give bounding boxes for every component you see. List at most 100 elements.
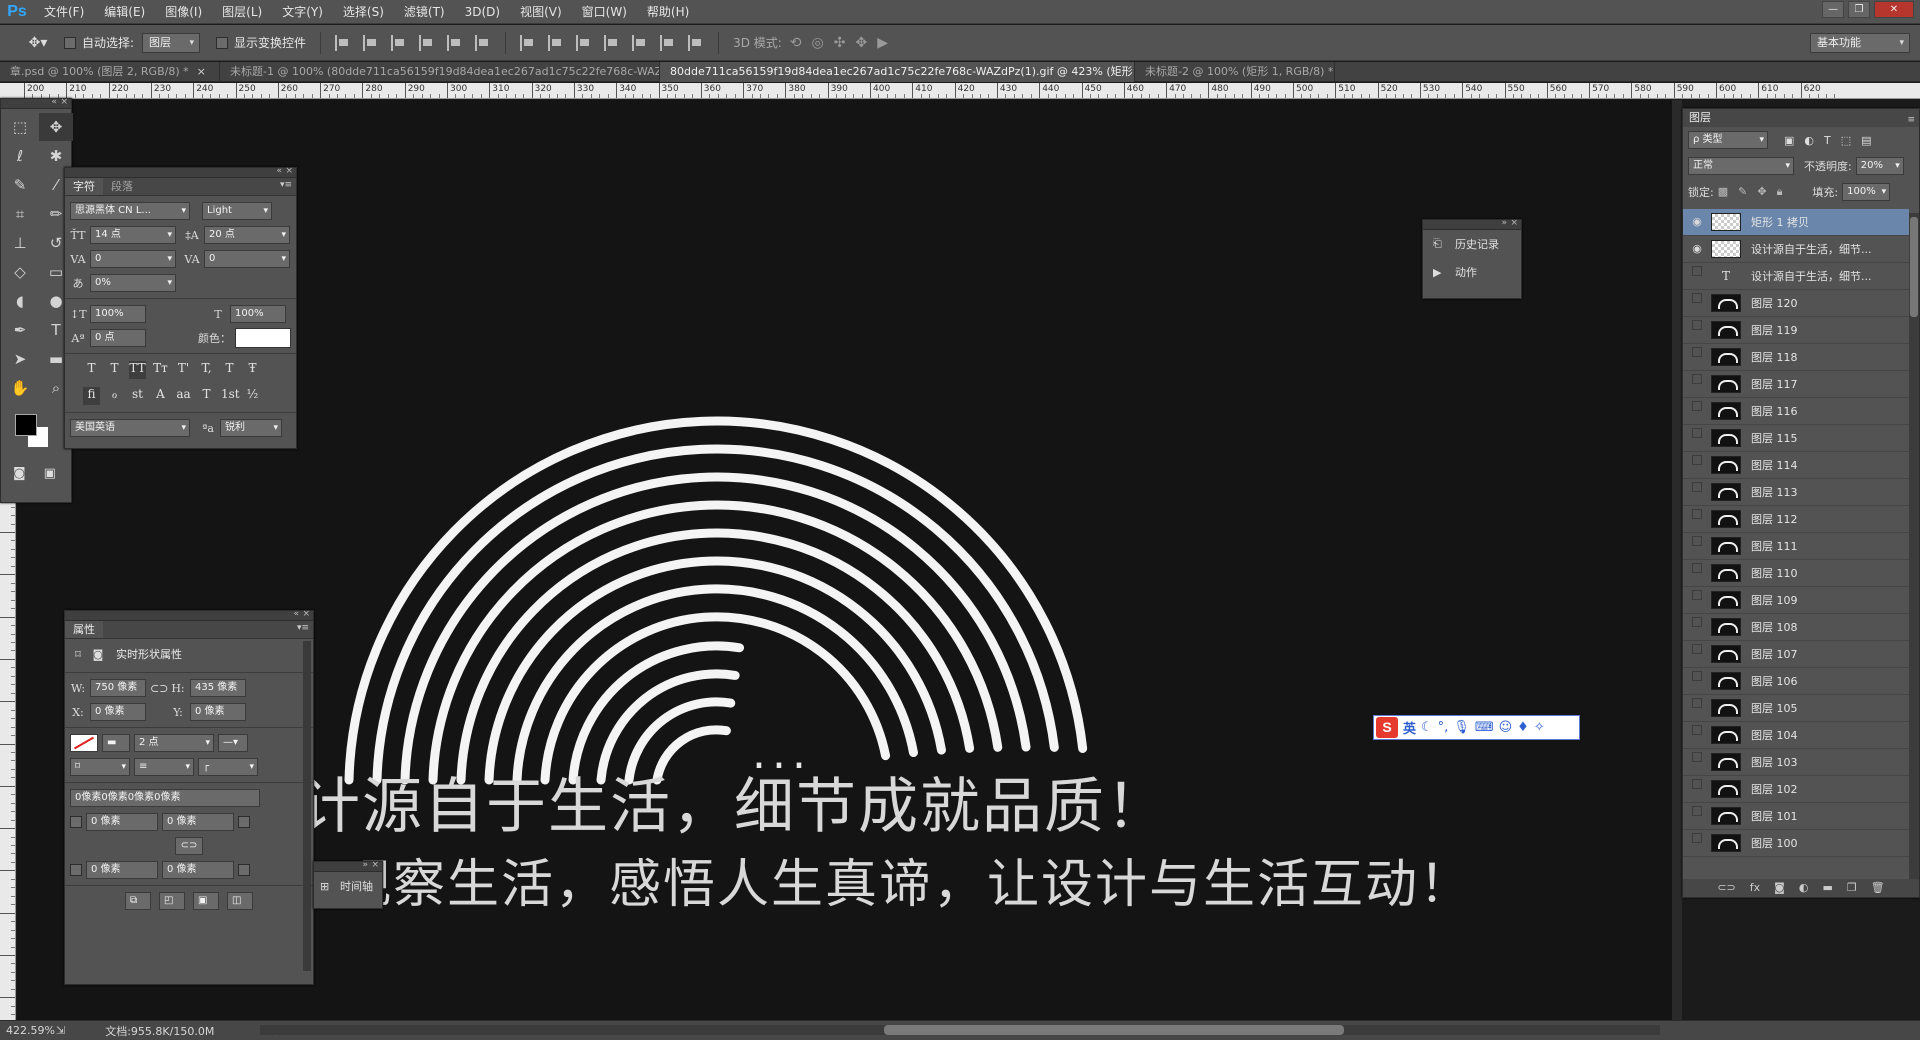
menu-item[interactable]: 窗口(W) [572, 0, 637, 24]
opentype-button[interactable]: aa [175, 387, 192, 405]
stroke-corners-select[interactable]: ┌ [198, 758, 258, 776]
text-style-button[interactable]: T [106, 361, 123, 379]
layer-name[interactable]: 图层 106 [1751, 673, 1798, 689]
close-tab-icon[interactable]: × [197, 65, 206, 78]
visibility-box[interactable] [1692, 617, 1702, 627]
visibility-box[interactable] [1692, 725, 1702, 735]
lasso-tool-icon[interactable]: ℓ [3, 142, 37, 170]
eye-icon[interactable] [1687, 752, 1707, 772]
user-icon[interactable]: ☺ [1499, 720, 1513, 735]
blur-tool-icon[interactable]: ◖ [3, 287, 37, 315]
layer-row[interactable]: 图层 118 [1683, 344, 1909, 371]
document-size[interactable]: 文档:955.8K/150.0M [65, 1023, 275, 1039]
layer-thumbnail[interactable] [1711, 645, 1741, 663]
layer-name[interactable]: 图层 120 [1751, 295, 1798, 311]
opentype-button[interactable]: A [152, 387, 169, 405]
corner-bl-field[interactable]: 0 像素 [86, 861, 158, 879]
align-vcenter-icon[interactable] [363, 34, 379, 51]
layer-row[interactable]: 图层 101 [1683, 803, 1909, 830]
align-right-icon[interactable] [475, 34, 491, 51]
layer-name[interactable]: 图层 108 [1751, 619, 1798, 635]
history-panel-header[interactable]: » × [1423, 218, 1521, 230]
character-panel-header[interactable]: «× [65, 166, 296, 178]
skin-icon[interactable]: ♦ [1517, 720, 1529, 735]
layer-row[interactable]: T 设计源自于生活，细节... [1683, 263, 1909, 290]
layer-row[interactable]: 图层 120 [1683, 290, 1909, 317]
visibility-box[interactable] [1692, 347, 1702, 357]
eye-icon[interactable] [1687, 266, 1707, 286]
stroke-width-field[interactable]: 2 点 [134, 734, 214, 752]
layer-thumbnail[interactable] [1711, 348, 1741, 366]
layer-row[interactable]: 图层 114 [1683, 452, 1909, 479]
distribute-hcenter-icon[interactable] [632, 34, 648, 51]
layer-name[interactable]: 图层 113 [1751, 484, 1798, 500]
mask-icon[interactable]: ◙ [1774, 879, 1785, 897]
layer-thumbnail[interactable] [1711, 537, 1741, 555]
visibility-box[interactable] [1692, 428, 1702, 438]
eye-icon[interactable] [1687, 374, 1707, 394]
keyboard-icon[interactable]: ⌨ [1475, 720, 1494, 735]
visibility-box[interactable] [1692, 509, 1702, 519]
visibility-box[interactable] [1692, 752, 1702, 762]
filter-pixel-icon[interactable]: ▣ [1784, 134, 1794, 147]
close-window-button[interactable]: ✕ [1874, 1, 1914, 18]
filter-type-icon[interactable]: T [1824, 134, 1831, 147]
corner-tr-field[interactable]: 0 像素 [162, 813, 234, 831]
opentype-button[interactable]: ℴ [106, 387, 123, 405]
lock-transparent-icon[interactable]: ▩ [1718, 185, 1728, 199]
layer-name[interactable]: 设计源自于生活，细节... [1751, 268, 1872, 284]
eye-icon[interactable] [1687, 806, 1707, 826]
text-style-button[interactable]: T, [198, 361, 215, 379]
menu-item[interactable]: 图像(I) [155, 0, 212, 24]
menu-item[interactable]: 选择(S) [333, 0, 394, 24]
lock-position-icon[interactable]: ✥ [1757, 185, 1766, 199]
hand-tool-icon[interactable]: ✋ [3, 374, 37, 402]
visibility-box[interactable] [1692, 401, 1702, 411]
layer-thumbnail[interactable] [1711, 402, 1741, 420]
brush-tool-icon[interactable]: ✎ [3, 171, 37, 199]
layer-thumbnail[interactable] [1711, 375, 1741, 393]
baseline-shift-field[interactable]: 0 点 [90, 329, 146, 347]
eye-icon[interactable] [1687, 401, 1707, 421]
opentype-button[interactable]: 1st [221, 387, 240, 405]
layer-thumbnail[interactable] [1711, 618, 1741, 636]
layer-row[interactable]: 图层 110 [1683, 560, 1909, 587]
layer-name[interactable]: 图层 100 [1751, 835, 1798, 851]
menu-item[interactable]: 视图(V) [510, 0, 572, 24]
layer-thumbnail[interactable] [1711, 834, 1741, 852]
eye-icon[interactable]: ◉ [1687, 212, 1707, 232]
fill-swatch[interactable] [70, 734, 98, 752]
close-panel-icon[interactable]: × [1510, 218, 1518, 228]
layer-name[interactable]: 图层 107 [1751, 646, 1798, 662]
menu-item[interactable]: 文件(F) [34, 0, 94, 24]
visibility-box[interactable] [1692, 293, 1702, 303]
layer-name[interactable]: 矩形 1 拷贝 [1751, 214, 1809, 230]
layer-row[interactable]: 图层 108 [1683, 614, 1909, 641]
adjustment-icon[interactable]: ◐ [1799, 879, 1809, 897]
path-select-tool-icon[interactable]: ➤ [3, 345, 37, 373]
layer-name[interactable]: 图层 101 [1751, 808, 1798, 824]
link-dimensions-icon[interactable]: ⊂⊃ [150, 682, 168, 695]
eye-icon[interactable] [1687, 536, 1707, 556]
collapse-icon[interactable]: » [1501, 218, 1507, 228]
layer-thumbnail[interactable] [1711, 591, 1741, 609]
stroke-swatch[interactable]: ▬ [102, 734, 130, 752]
moon-icon[interactable]: ☾ [1421, 720, 1433, 735]
zoom-level[interactable]: 422.59% [0, 1024, 56, 1037]
panel-menu-icon[interactable]: ▾≡ [297, 623, 309, 633]
font-size-field[interactable]: 14 点 [90, 226, 176, 244]
eye-icon[interactable] [1687, 779, 1707, 799]
layer-thumbnail[interactable] [1711, 294, 1741, 312]
layers-scrollbar-thumb[interactable] [1910, 217, 1918, 317]
path-combine-icon[interactable]: ⧉ [125, 892, 151, 910]
layer-row[interactable]: 图层 115 [1683, 425, 1909, 452]
width-field[interactable]: 750 像素 [90, 679, 146, 697]
layer-row[interactable]: 图层 112 [1683, 506, 1909, 533]
layer-thumbnail[interactable] [1711, 456, 1741, 474]
stroke-caps-select[interactable]: ≡ [134, 758, 194, 776]
visibility-box[interactable] [1692, 482, 1702, 492]
visibility-box[interactable] [1692, 563, 1702, 573]
visibility-box[interactable] [1692, 806, 1702, 816]
3d-scale-icon[interactable]: ▶ [877, 35, 888, 51]
eye-icon[interactable] [1687, 293, 1707, 313]
